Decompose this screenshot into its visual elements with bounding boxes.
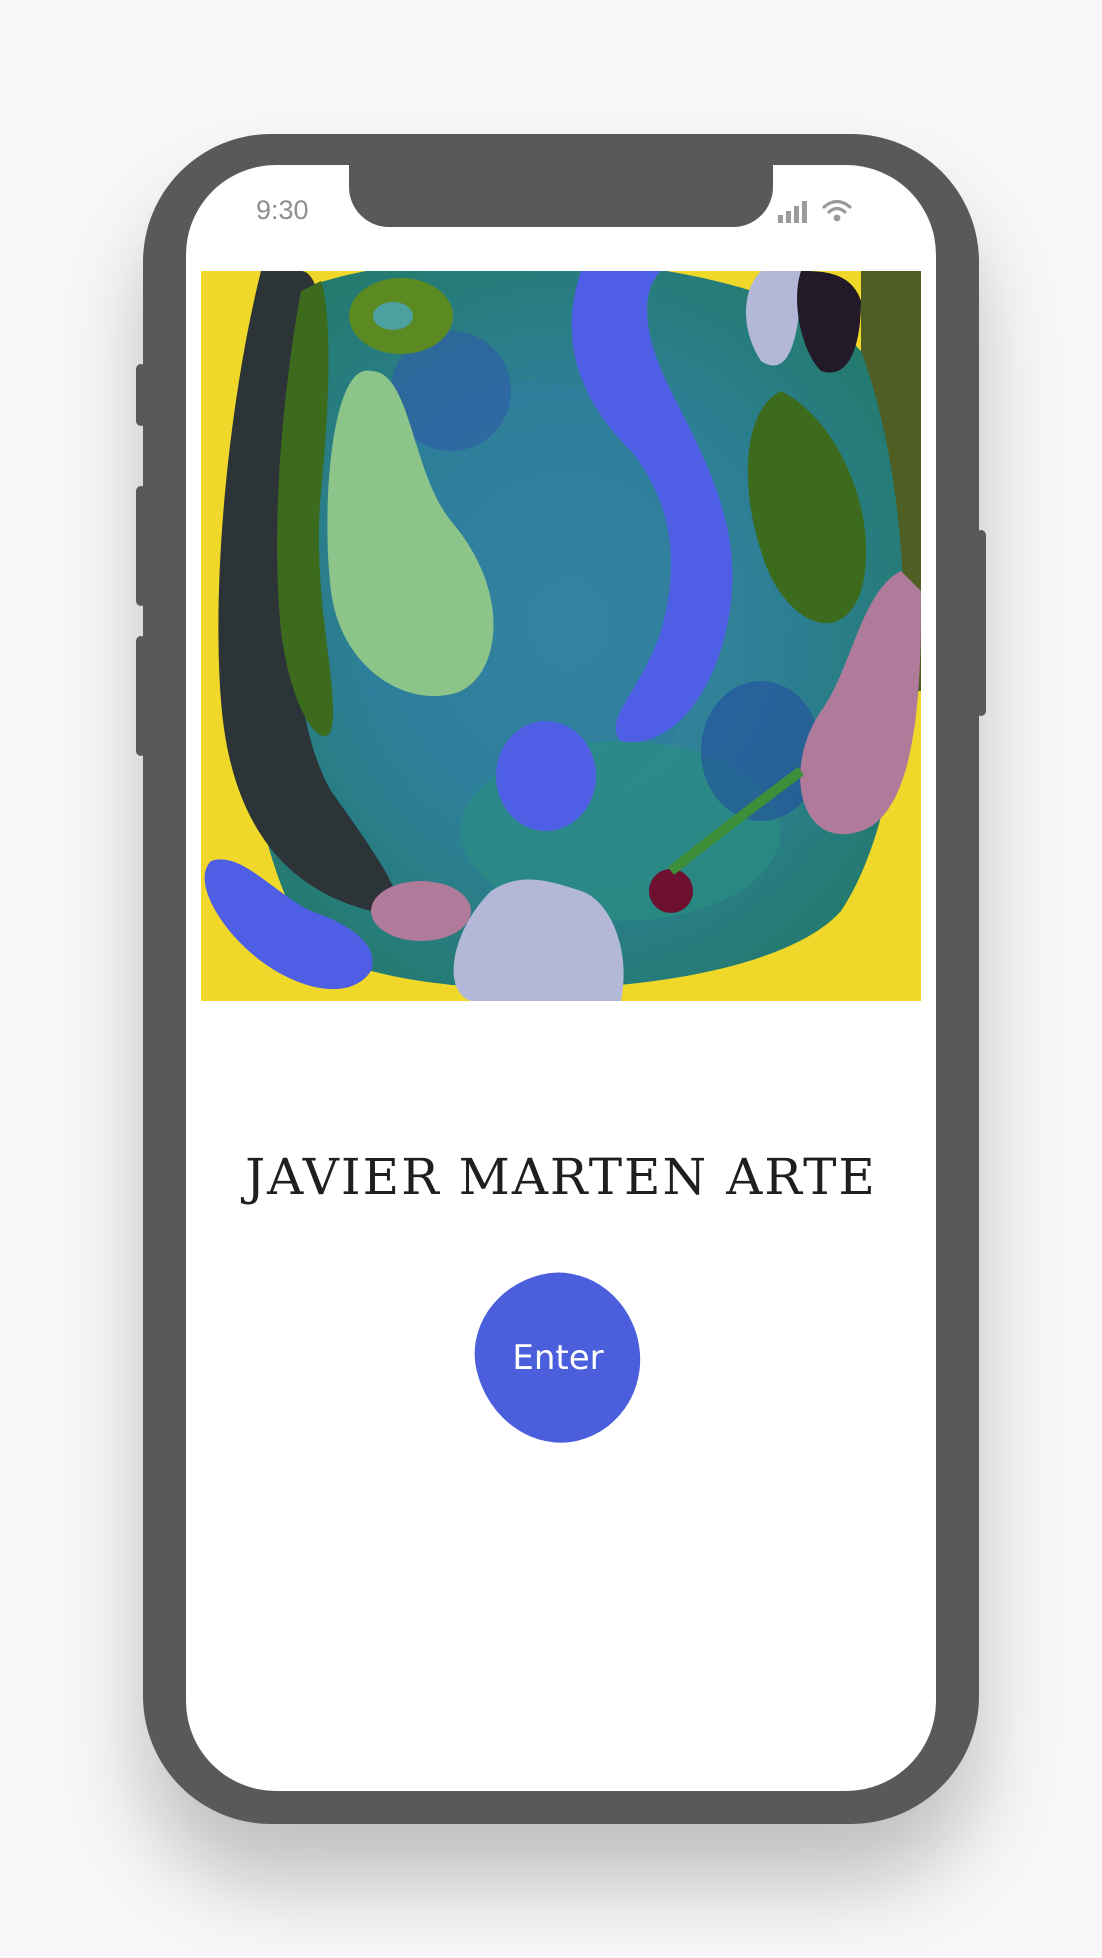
site-title: JAVIER MARTEN ARTE [245,1148,877,1206]
status-icons [778,199,852,223]
wifi-icon [822,199,852,222]
phone-volume-down-button [136,636,146,756]
phone-volume-up-button [136,486,146,606]
status-time: 9:30 [256,195,309,225]
phone-notch [349,165,773,227]
phone-screen: 9:30 JAVIER MARTEN ARTE Enter [186,165,936,1791]
enter-button[interactable] [457,1255,659,1461]
phone-silent-switch [136,364,146,426]
signal-icon [778,201,807,223]
phone-power-button [976,530,986,716]
artwork-image [201,271,921,1001]
